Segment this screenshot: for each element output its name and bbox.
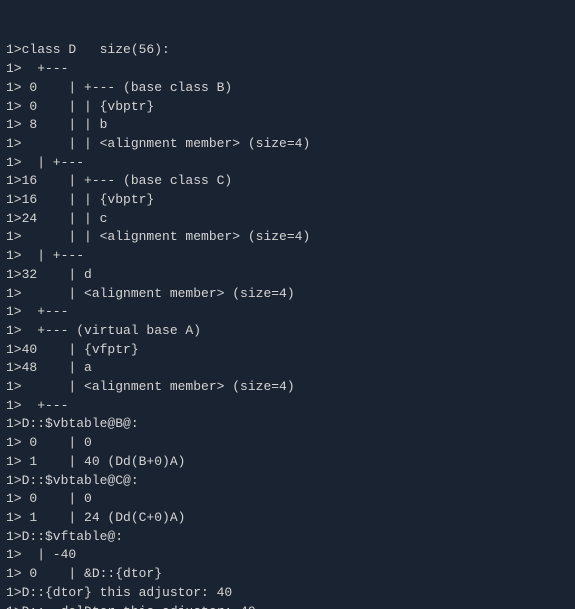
output-line: 1> | | <alignment member> (size=4) — [6, 228, 575, 247]
output-line: 1> 0 | 0 — [6, 490, 575, 509]
output-line: 1> | +--- — [6, 247, 575, 266]
output-line: 1>32 | d — [6, 266, 575, 285]
output-line: 1> 0 | +--- (base class B) — [6, 79, 575, 98]
output-line: 1> 0 | | {vbptr} — [6, 98, 575, 117]
output-line: 1> | -40 — [6, 546, 575, 565]
output-line: 1>40 | {vfptr} — [6, 341, 575, 360]
output-line: 1>48 | a — [6, 359, 575, 378]
output-line: 1>D::__delDtor this adjustor: 40 — [6, 603, 575, 609]
output-line: 1> +--- — [6, 397, 575, 416]
output-line: 1>D::$vbtable@B@: — [6, 415, 575, 434]
output-line: 1>D::{dtor} this adjustor: 40 — [6, 584, 575, 603]
output-line: 1>D::$vftable@: — [6, 528, 575, 547]
output-line: 1> +--- — [6, 60, 575, 79]
output-line: 1> 1 | 40 (Dd(B+0)A) — [6, 453, 575, 472]
output-line: 1> 8 | | b — [6, 116, 575, 135]
output-line: 1>class D size(56): — [6, 41, 575, 60]
output-line: 1>16 | | {vbptr} — [6, 191, 575, 210]
output-line: 1>D::$vbtable@C@: — [6, 472, 575, 491]
output-line: 1> | +--- — [6, 154, 575, 173]
output-lines: 1>class D size(56):1> +---1> 0 | +--- (b… — [6, 41, 575, 609]
output-line: 1> | <alignment member> (size=4) — [6, 285, 575, 304]
output-line: 1>24 | | c — [6, 210, 575, 229]
output-line: 1> +--- (virtual base A) — [6, 322, 575, 341]
output-line: 1> +--- — [6, 303, 575, 322]
output-line: 1> 0 | &D::{dtor} — [6, 565, 575, 584]
terminal-output[interactable]: 1>class D size(56):1> +---1> 0 | +--- (b… — [0, 0, 575, 609]
output-line: 1> 0 | 0 — [6, 434, 575, 453]
output-line: 1> | | <alignment member> (size=4) — [6, 135, 575, 154]
output-line: 1> | <alignment member> (size=4) — [6, 378, 575, 397]
output-line: 1>16 | +--- (base class C) — [6, 172, 575, 191]
output-line: 1> 1 | 24 (Dd(C+0)A) — [6, 509, 575, 528]
